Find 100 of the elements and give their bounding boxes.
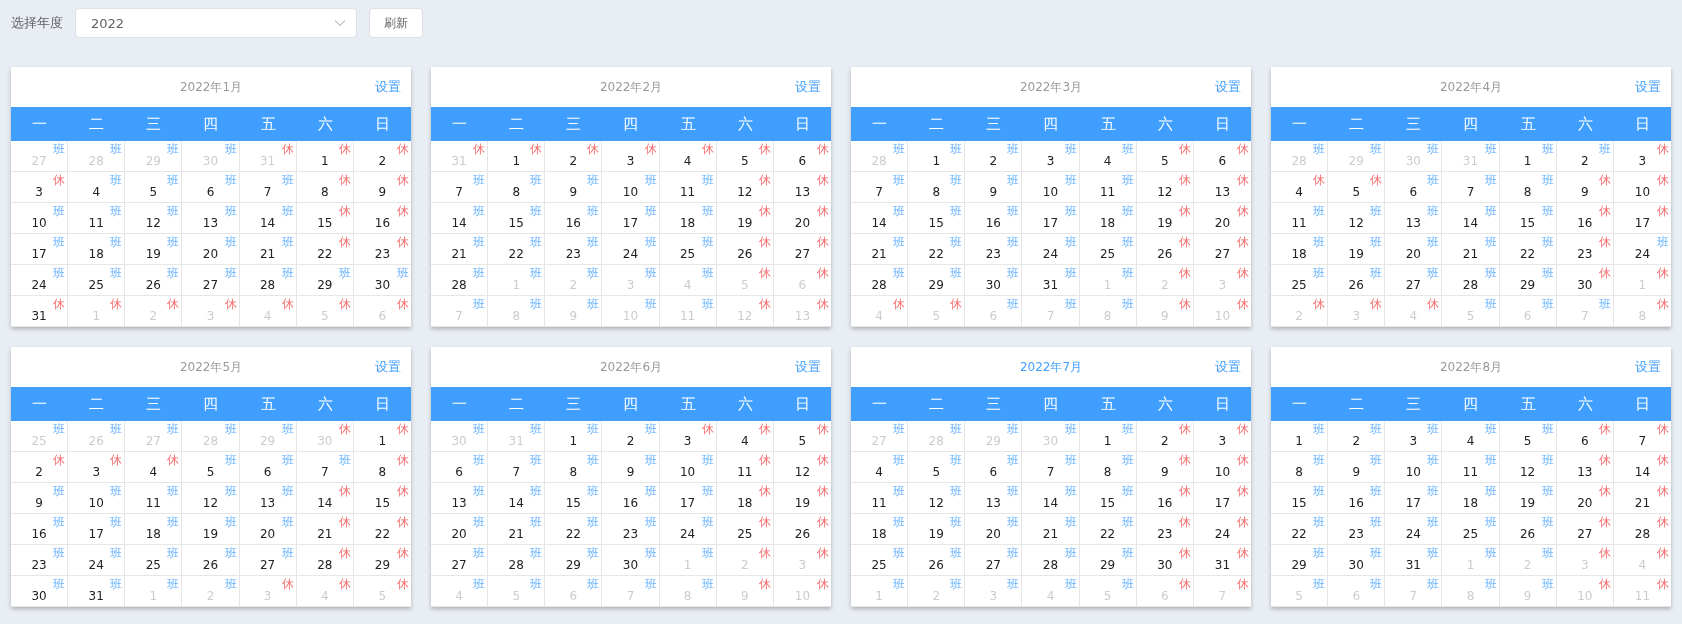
day-cell[interactable]: 18 班: [125, 514, 183, 545]
day-cell[interactable]: 26 休: [716, 234, 774, 265]
day-cell[interactable]: 4 休: [716, 421, 774, 452]
day-cell[interactable]: 13 班: [965, 483, 1023, 514]
day-cell[interactable]: 7 班: [431, 172, 489, 203]
day-cell[interactable]: 10 休: [1193, 452, 1251, 483]
day-cell[interactable]: 11 休: [716, 452, 774, 483]
day-cell[interactable]: 28 班: [1442, 265, 1500, 296]
day-cell[interactable]: 9 班: [545, 172, 603, 203]
day-cell[interactable]: 25 班: [1271, 265, 1329, 296]
day-cell[interactable]: 24 班: [659, 514, 717, 545]
day-cell[interactable]: 3 休: [1193, 421, 1251, 452]
day-cell[interactable]: 3 休: [11, 172, 69, 203]
day-cell[interactable]: 22 班: [545, 514, 603, 545]
day-cell[interactable]: 10 班: [1022, 172, 1080, 203]
day-cell[interactable]: 2 班: [1328, 421, 1386, 452]
day-cell[interactable]: 24 班: [1385, 514, 1443, 545]
day-cell[interactable]: 11 班: [125, 483, 183, 514]
day-cell[interactable]: 14 休: [1613, 452, 1671, 483]
day-cell[interactable]: 28 班: [239, 265, 297, 296]
day-cell[interactable]: 1 班: [908, 141, 966, 172]
day-cell[interactable]: 11 班: [1442, 452, 1500, 483]
day-cell[interactable]: 14 班: [239, 203, 297, 234]
day-cell[interactable]: 27 休: [1193, 234, 1251, 265]
day-cell[interactable]: 7 休: [1613, 421, 1671, 452]
day-cell[interactable]: 14 休: [296, 483, 354, 514]
day-cell[interactable]: 15 班: [1079, 483, 1137, 514]
day-cell[interactable]: 11 班: [68, 203, 126, 234]
day-cell[interactable]: 11 班: [851, 483, 909, 514]
day-cell[interactable]: 24 班: [1022, 234, 1080, 265]
day-cell[interactable]: 5 休: [773, 421, 831, 452]
day-cell[interactable]: 21 班: [431, 234, 489, 265]
day-cell[interactable]: 9 休: [1556, 172, 1614, 203]
day-cell[interactable]: 9 休: [1136, 452, 1194, 483]
day-cell[interactable]: 4 班: [1442, 421, 1500, 452]
day-cell[interactable]: 16 休: [353, 203, 411, 234]
day-cell[interactable]: 27 班: [1385, 265, 1443, 296]
day-cell[interactable]: 13 班: [239, 483, 297, 514]
day-cell[interactable]: 7 班: [1022, 452, 1080, 483]
day-cell[interactable]: 26 休: [773, 514, 831, 545]
day-cell[interactable]: 12 班: [125, 203, 183, 234]
day-cell[interactable]: 1 班: [1499, 141, 1557, 172]
day-cell[interactable]: 7 班: [851, 172, 909, 203]
day-cell[interactable]: 17 班: [602, 203, 660, 234]
day-cell[interactable]: 1 班: [545, 421, 603, 452]
day-cell[interactable]: 8 班: [1079, 452, 1137, 483]
day-cell[interactable]: 3 休: [1613, 141, 1671, 172]
day-cell[interactable]: 14 班: [851, 203, 909, 234]
day-cell[interactable]: 16 班: [11, 514, 69, 545]
day-cell[interactable]: 9 班: [965, 172, 1023, 203]
day-cell[interactable]: 15 班: [1271, 483, 1329, 514]
day-cell[interactable]: 31 休: [11, 296, 69, 327]
day-cell[interactable]: 22 休: [353, 514, 411, 545]
day-cell[interactable]: 4 班: [851, 452, 909, 483]
day-cell[interactable]: 6 休: [1556, 421, 1614, 452]
day-cell[interactable]: 15 班: [545, 483, 603, 514]
day-cell[interactable]: 7 班: [1442, 172, 1500, 203]
day-cell[interactable]: 25 班: [1442, 514, 1500, 545]
day-cell[interactable]: 17 班: [68, 514, 126, 545]
day-cell[interactable]: 19 班: [182, 514, 240, 545]
day-cell[interactable]: 20 休: [1556, 483, 1614, 514]
day-cell[interactable]: 15 班: [488, 203, 546, 234]
day-cell[interactable]: 27 休: [1556, 514, 1614, 545]
day-cell[interactable]: 24 班: [68, 545, 126, 576]
day-cell[interactable]: 12 休: [773, 452, 831, 483]
day-cell[interactable]: 2 休: [1136, 421, 1194, 452]
day-cell[interactable]: 19 休: [1136, 203, 1194, 234]
day-cell[interactable]: 15 班: [1499, 203, 1557, 234]
day-cell[interactable]: 2 班: [965, 141, 1023, 172]
day-cell[interactable]: 21 班: [851, 234, 909, 265]
day-cell[interactable]: 12 班: [182, 483, 240, 514]
day-cell[interactable]: 19 班: [1328, 234, 1386, 265]
day-cell[interactable]: 5 班: [125, 172, 183, 203]
day-cell[interactable]: 20 休: [1193, 203, 1251, 234]
day-cell[interactable]: 5 班: [908, 452, 966, 483]
day-cell[interactable]: 17 班: [1022, 203, 1080, 234]
day-cell[interactable]: 2 休: [11, 452, 69, 483]
day-cell[interactable]: 12 休: [716, 172, 774, 203]
day-cell[interactable]: 13 休: [773, 172, 831, 203]
day-cell[interactable]: 6 班: [239, 452, 297, 483]
day-cell[interactable]: 14 班: [1442, 203, 1500, 234]
day-cell[interactable]: 23 休: [353, 234, 411, 265]
day-cell[interactable]: 18 班: [1271, 234, 1329, 265]
day-cell[interactable]: 21 休: [296, 514, 354, 545]
day-cell[interactable]: 21 班: [239, 234, 297, 265]
day-cell[interactable]: 1 休: [296, 141, 354, 172]
day-cell[interactable]: 11 班: [1271, 203, 1329, 234]
day-cell[interactable]: 10 班: [11, 203, 69, 234]
day-cell[interactable]: 4 休: [659, 141, 717, 172]
day-cell[interactable]: 16 休: [1556, 203, 1614, 234]
day-cell[interactable]: 10 班: [1385, 452, 1443, 483]
day-cell[interactable]: 18 班: [68, 234, 126, 265]
day-cell[interactable]: 31 班: [1022, 265, 1080, 296]
day-cell[interactable]: 3 班: [1022, 141, 1080, 172]
day-cell[interactable]: 20 休: [773, 203, 831, 234]
day-cell[interactable]: 4 休: [125, 452, 183, 483]
day-cell[interactable]: 4 班: [68, 172, 126, 203]
day-cell[interactable]: 8 班: [545, 452, 603, 483]
day-cell[interactable]: 17 休: [1193, 483, 1251, 514]
day-cell[interactable]: 6 班: [965, 452, 1023, 483]
